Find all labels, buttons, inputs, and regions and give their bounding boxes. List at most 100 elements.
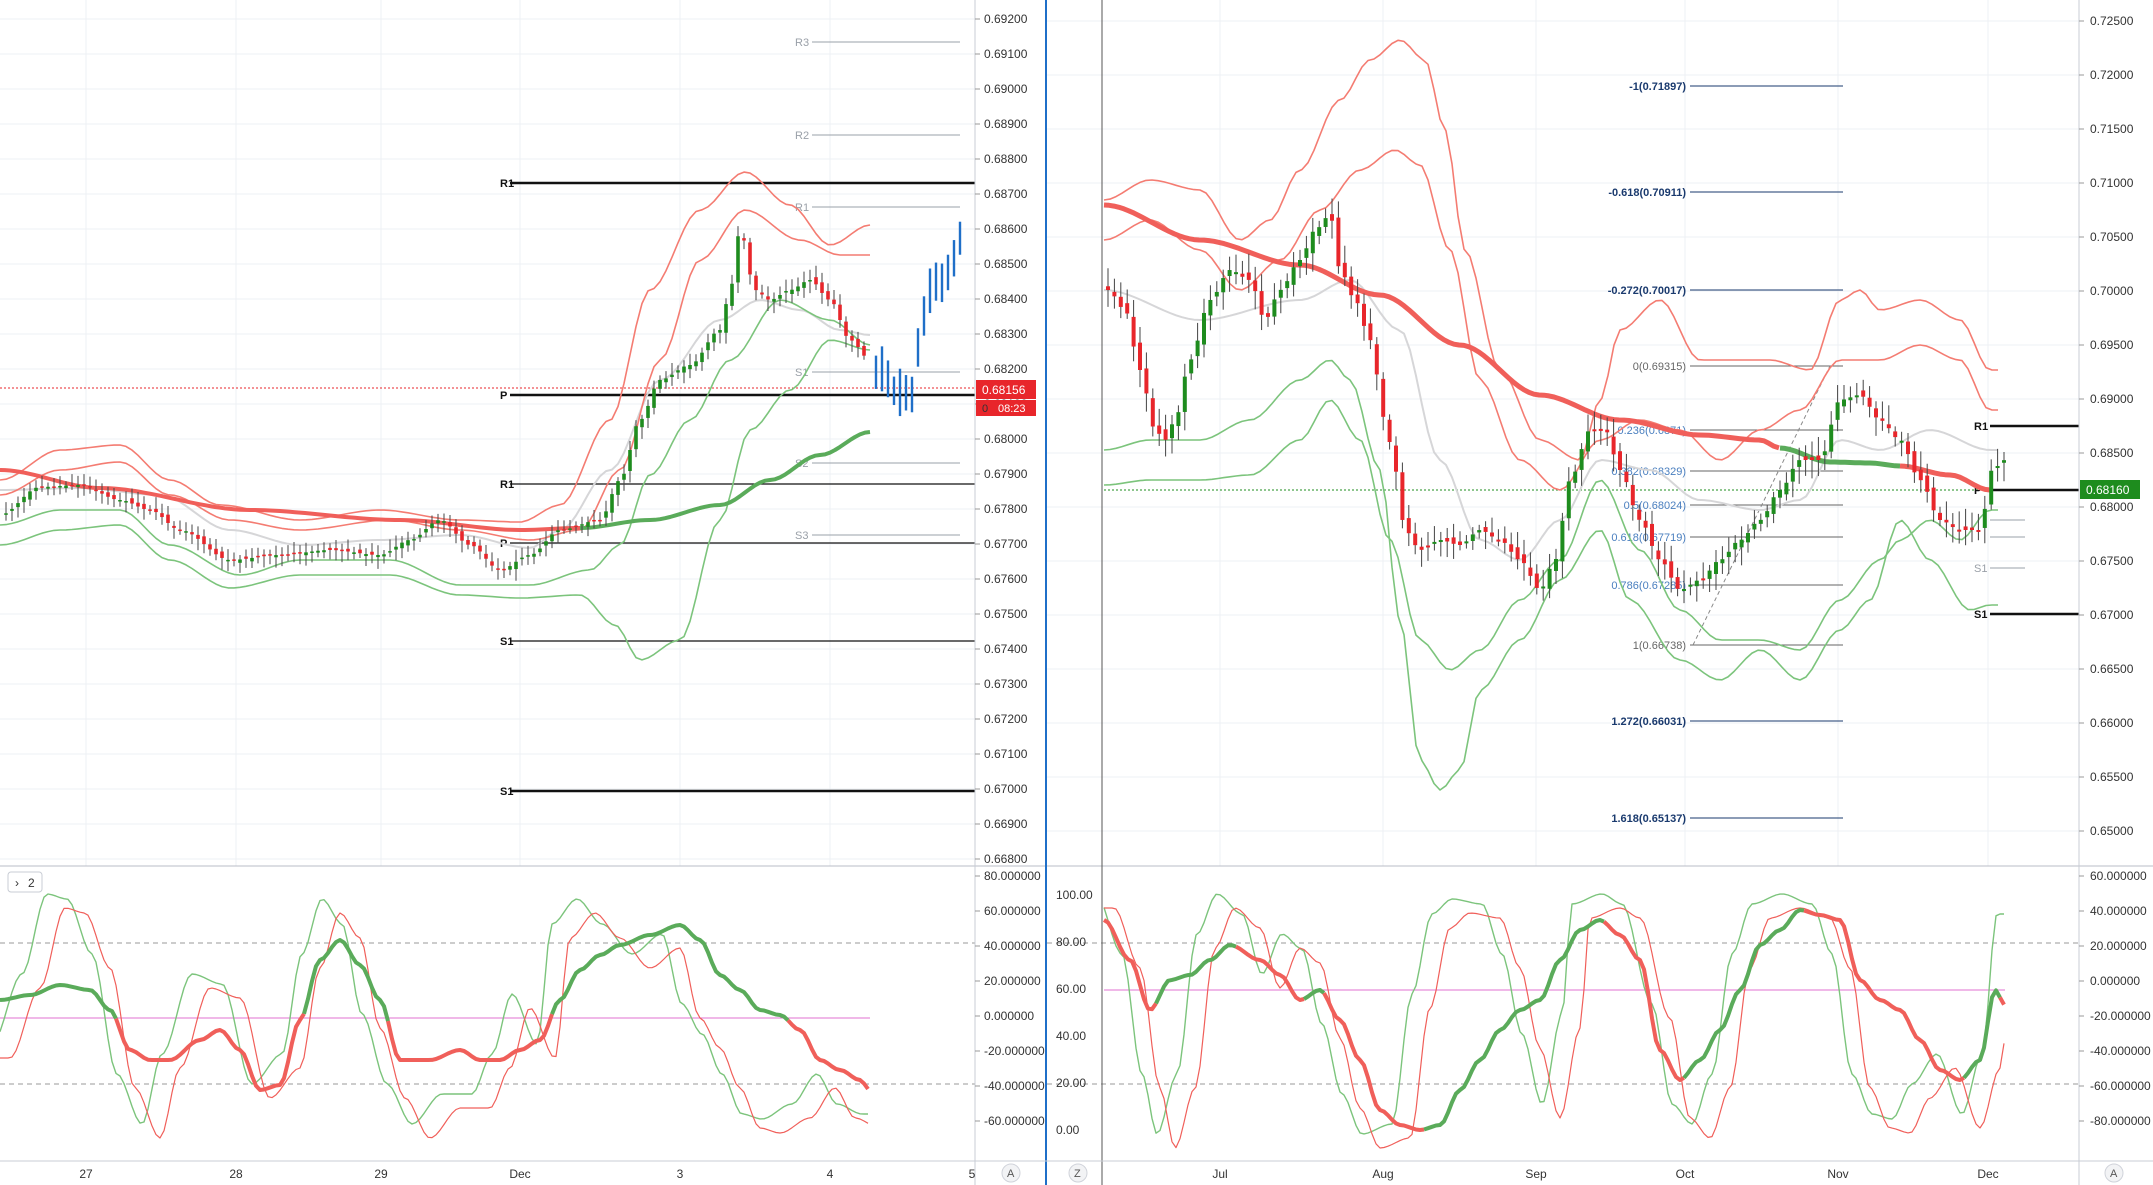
- candle-body: [1784, 482, 1789, 495]
- osc-left-tick-label: 0.00: [1056, 1123, 1080, 1137]
- candle-body: [1893, 431, 1898, 438]
- candle-body: [1554, 558, 1558, 571]
- price-tick-label: 0.67100: [984, 747, 1028, 761]
- candle-body: [1765, 511, 1770, 518]
- time-tick-label: 29: [374, 1167, 388, 1181]
- price-tick-label: 0.68500: [984, 257, 1028, 271]
- candle-body: [382, 554, 386, 557]
- right-zoom-button[interactable]: Z: [1068, 1163, 1088, 1183]
- candle-body: [790, 289, 794, 294]
- minor-pivot-label: S3: [795, 530, 808, 542]
- minor-pivot-label: R3: [795, 37, 809, 49]
- candle-body: [1925, 475, 1930, 492]
- candle-body: [1912, 451, 1917, 473]
- candle-body: [1470, 534, 1475, 541]
- candle-body: [232, 559, 236, 561]
- candle-body: [1118, 296, 1123, 307]
- candle-body: [808, 280, 812, 282]
- candle-body: [124, 501, 128, 503]
- left-current-price-tag: 0.68156 08:23 0: [976, 380, 1036, 416]
- candle-body: [208, 544, 212, 550]
- candle-body: [256, 555, 260, 558]
- time-tick-label: Dec: [509, 1167, 530, 1181]
- pivot-label: R1: [1974, 421, 1988, 433]
- candle-body: [1240, 273, 1245, 277]
- price-tick-label: 0.67000: [984, 782, 1028, 796]
- candle-body: [16, 503, 20, 508]
- right-current-price-tag: 0.68160: [2080, 480, 2140, 499]
- pane-collapse-badge[interactable]: › 2: [7, 871, 43, 893]
- candle-body: [1586, 431, 1590, 452]
- candle-body: [340, 549, 344, 552]
- candle-body: [166, 514, 170, 523]
- candle-body: [4, 513, 8, 515]
- candle-body: [1669, 561, 1674, 578]
- candle-body: [394, 546, 398, 550]
- candle-body: [1931, 487, 1936, 511]
- pivot-s1-week-label: S1: [500, 786, 513, 798]
- candle-body: [568, 528, 572, 530]
- osc-tick-label: -60.000000: [2090, 1079, 2151, 1093]
- candle-body: [1982, 508, 1987, 528]
- osc-tick-label: -80.000000: [2090, 1114, 2151, 1128]
- candle-body: [202, 536, 206, 545]
- price-tick-label: 0.67300: [984, 677, 1028, 691]
- osc-tick-label: 40.000000: [2090, 904, 2147, 918]
- candle-body: [1701, 578, 1706, 581]
- minor-pivot-label: R2: [795, 130, 809, 142]
- candle-body: [292, 552, 296, 555]
- candle-body: [460, 531, 464, 541]
- candle-body: [604, 511, 608, 518]
- candle-body: [448, 522, 452, 527]
- candle-body: [832, 299, 836, 305]
- candle-body: [856, 338, 860, 348]
- candle-body: [1746, 532, 1750, 543]
- candle-body: [1733, 542, 1738, 550]
- candle-body: [694, 361, 698, 367]
- candle-body: [1253, 280, 1258, 292]
- candle-body: [184, 531, 188, 533]
- right-auto-scale-button[interactable]: A: [2104, 1163, 2124, 1183]
- left-auto-scale-button[interactable]: A: [1001, 1163, 1021, 1183]
- candle-body: [160, 513, 164, 518]
- price-tick-label: 0.67000: [2090, 608, 2134, 622]
- price-tick-label: 0.69100: [984, 47, 1028, 61]
- price-tick-label: 0.67400: [984, 642, 1028, 656]
- candle-body: [1611, 436, 1616, 455]
- osc-tick-label: -20.000000: [984, 1044, 1045, 1058]
- candle-body: [10, 508, 14, 511]
- candle-body: [736, 236, 740, 283]
- time-tick-label: 27: [79, 1167, 93, 1181]
- candle-body: [244, 556, 248, 559]
- fib-level-label: 1(0.66738): [1633, 640, 1686, 652]
- candle-body: [1490, 532, 1494, 537]
- candle-body: [610, 494, 614, 513]
- candle-body: [1400, 472, 1405, 520]
- candle-body: [622, 473, 626, 480]
- candle-body: [1630, 484, 1635, 506]
- candle-body: [1368, 323, 1373, 341]
- candle-body: [1483, 527, 1488, 532]
- candle-body: [1797, 460, 1802, 467]
- candle-body: [1618, 451, 1622, 470]
- candle-body: [1285, 281, 1290, 289]
- price-tick-label: 0.68000: [984, 432, 1028, 446]
- candle-body: [556, 530, 560, 533]
- candle-body: [1829, 424, 1834, 452]
- candle-body: [658, 380, 662, 389]
- candle-body: [1355, 294, 1360, 304]
- candle-body: [1976, 529, 1981, 532]
- candle-body: [1330, 214, 1334, 221]
- candle-body: [112, 495, 116, 500]
- candle-body: [1970, 527, 1974, 530]
- candle-body: [640, 418, 644, 428]
- candle-body: [1579, 449, 1584, 470]
- candle-body: [1458, 541, 1462, 545]
- candle-body: [1157, 425, 1162, 434]
- candle-body: [82, 484, 86, 486]
- candle-body: [262, 554, 266, 557]
- candle-body: [1304, 248, 1309, 258]
- candle-body: [1394, 445, 1398, 472]
- candle-body: [142, 503, 146, 509]
- candle-body: [1272, 299, 1277, 317]
